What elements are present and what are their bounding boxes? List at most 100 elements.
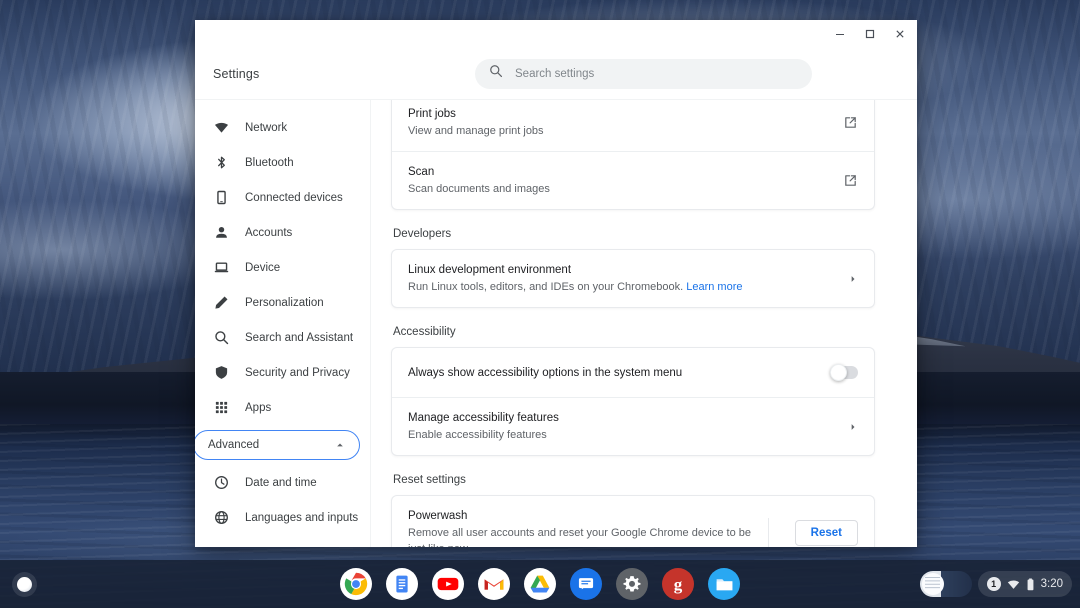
sidebar-item-label: Date and time (245, 476, 317, 489)
reset-button[interactable]: Reset (794, 519, 858, 546)
close-button[interactable] (885, 21, 915, 47)
tray-preview-thumbnail[interactable] (919, 571, 972, 597)
wifi-icon (213, 120, 229, 136)
row-title: Manage accessibility features (408, 412, 559, 424)
row-always-show-accessibility-options[interactable]: Always show accessibility options in the… (392, 348, 874, 397)
system-tray: 1 3:20 (919, 571, 1072, 597)
settings-content: Print jobs View and manage print jobs Sc… (370, 100, 917, 547)
sidebar-item-label: Security and Privacy (245, 366, 350, 379)
sidebar-item-label: Device (245, 261, 281, 274)
sidebar-item-label: Files (245, 547, 269, 548)
section-heading-accessibility: Accessibility (393, 326, 456, 338)
sidebar-item-device[interactable]: Device (195, 250, 370, 285)
search-area (370, 58, 917, 89)
sidebar-item-files[interactable]: Files (195, 535, 370, 548)
status-area[interactable]: 1 3:20 (977, 571, 1072, 597)
shelf-app-list: g (0, 568, 1080, 600)
sidebar-item-label: Accounts (245, 226, 293, 239)
row-subtitle: View and manage print jobs (408, 125, 544, 137)
sidebar-item-label: Personalization (245, 296, 324, 309)
laptop-icon (213, 260, 229, 276)
shield-icon (213, 365, 229, 381)
row-subtitle: Scan documents and images (408, 183, 550, 195)
sidebar-item-label: Bluetooth (245, 156, 294, 169)
sidebar-item-advanced[interactable]: Advanced (195, 430, 360, 460)
sidebar-item-search-and-assistant[interactable]: Search and Assistant (195, 320, 370, 355)
row-subtitle: Remove all user accounts and reset your … (408, 527, 752, 547)
reset-settings-card: Powerwash Remove all user accounts and r… (391, 495, 875, 547)
row-subtitle-text: Run Linux tools, editors, and IDEs on yo… (408, 281, 684, 293)
sidebar: Network Bluetooth Connected devices Acco… (195, 100, 370, 547)
chevron-right-icon[interactable] (848, 422, 858, 432)
row-scan[interactable]: Scan Scan documents and images (392, 151, 874, 209)
shelf: g 1 3:20 (0, 560, 1080, 608)
row-manage-accessibility-features[interactable]: Manage accessibility features Enable acc… (392, 397, 874, 455)
sidebar-item-bluetooth[interactable]: Bluetooth (195, 145, 370, 180)
battery-icon (1026, 577, 1035, 591)
divider (767, 517, 769, 547)
row-title: Print jobs (408, 108, 456, 120)
shelf-app-settings[interactable] (616, 568, 648, 600)
phone-icon (213, 190, 229, 206)
shelf-app-docs[interactable] (386, 568, 418, 600)
toggle-track[interactable] (830, 364, 858, 381)
sidebar-item-date-and-time[interactable]: Date and time (195, 465, 370, 500)
row-title: Powerwash (408, 510, 468, 522)
sidebar-item-accounts[interactable]: Accounts (195, 215, 370, 250)
globe-icon (213, 510, 229, 526)
shelf-app-files[interactable] (708, 568, 740, 600)
sidebar-item-languages-and-inputs[interactable]: Languages and inputs (195, 500, 370, 535)
accessibility-card: Always show accessibility options in the… (391, 347, 875, 456)
external-link-icon[interactable] (843, 173, 858, 188)
sidebar-item-personalization[interactable]: Personalization (195, 285, 370, 320)
search-input[interactable] (515, 67, 798, 80)
notification-count-badge: 1 (986, 577, 1001, 591)
external-link-icon[interactable] (843, 115, 858, 130)
desktop: Settings Search settings Network Bluetoo… (0, 0, 1080, 608)
sidebar-item-security-and-privacy[interactable]: Security and Privacy (195, 355, 370, 390)
maximize-button[interactable] (855, 21, 885, 47)
developers-card: Linux development environment Run Linux … (391, 249, 875, 308)
accessibility-options-toggle[interactable] (830, 364, 858, 381)
wifi-icon (1007, 578, 1020, 591)
settings-topbar: Settings (195, 48, 917, 100)
row-subtitle: Run Linux tools, editors, and IDEs on yo… (408, 279, 836, 295)
sidebar-item-label: Languages and inputs (245, 511, 359, 524)
shelf-app-gmail[interactable] (478, 568, 510, 600)
search-box[interactable] (475, 58, 812, 89)
chevron-right-icon[interactable] (848, 274, 858, 284)
folder-icon (213, 545, 229, 548)
learn-more-link[interactable]: Learn more (686, 281, 742, 293)
shelf-app-drive[interactable] (524, 568, 556, 600)
sidebar-item-label: Connected devices (245, 191, 343, 204)
sidebar-item-connected-devices[interactable]: Connected devices (195, 180, 370, 215)
shelf-app-youtube[interactable] (432, 568, 464, 600)
row-linux-development-environment[interactable]: Linux development environment Run Linux … (392, 250, 874, 307)
bluetooth-icon (213, 155, 229, 171)
sidebar-item-label: Network (245, 121, 288, 134)
toggle-knob (830, 364, 847, 381)
printing-card: Print jobs View and manage print jobs Sc… (391, 100, 875, 210)
shelf-app-g-app[interactable]: g (662, 568, 694, 600)
sidebar-item-label: Search and Assistant (245, 331, 354, 344)
clock-icon (213, 475, 229, 491)
chevron-up-icon (335, 440, 345, 450)
sidebar-item-network[interactable]: Network (195, 110, 370, 145)
row-subtitle: Enable accessibility features (408, 429, 547, 441)
minimize-button[interactable] (825, 21, 855, 47)
shelf-app-chrome[interactable] (340, 568, 372, 600)
row-powerwash: Powerwash Remove all user accounts and r… (392, 496, 874, 547)
sidebar-item-apps[interactable]: Apps (195, 390, 370, 425)
row-title: Linux development environment (408, 264, 572, 276)
sidebar-item-label: Advanced (208, 439, 260, 451)
shelf-app-messages[interactable] (570, 568, 602, 600)
clock-time: 3:20 (1040, 578, 1063, 590)
settings-window: Settings Search settings Network Bluetoo… (195, 20, 917, 547)
grid-apps-icon (213, 400, 229, 416)
page-title: Settings (213, 66, 260, 81)
pen-icon (213, 295, 229, 311)
row-print-jobs[interactable]: Print jobs View and manage print jobs (392, 100, 874, 151)
person-icon (213, 225, 229, 241)
sidebar-item-label: Apps (245, 401, 272, 414)
search-icon (213, 330, 229, 346)
